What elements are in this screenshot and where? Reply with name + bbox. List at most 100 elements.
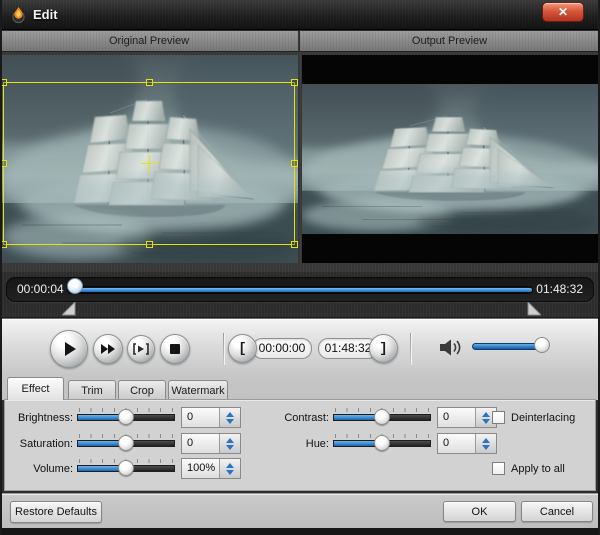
apply-to-all-checkbox[interactable] [492, 462, 505, 475]
effect-panel: Brightness: 0 Saturation: 0 Volume: 100%… [4, 399, 596, 491]
fast-forward-button[interactable] [93, 334, 123, 364]
saturation-slider-handle[interactable] [118, 435, 134, 451]
transport-controls: 00:00:00 [ 01:48:32 ] [0, 318, 600, 376]
total-time-label: 01:48:32 [536, 282, 583, 296]
fast-forward-icon [101, 344, 115, 354]
spin-down-icon[interactable] [482, 444, 490, 450]
output-preview-header: Output Preview [300, 31, 599, 52]
contrast-value[interactable]: 0 [438, 408, 476, 427]
crop-handle-n[interactable] [146, 79, 153, 86]
set-start-bracket-button[interactable]: [ [228, 334, 257, 363]
crop-center-crosshair [141, 163, 159, 164]
crop-handle-s[interactable] [146, 241, 153, 248]
play-icon [65, 342, 76, 356]
cancel-button[interactable]: Cancel [521, 501, 593, 522]
contrast-spinner[interactable]: 0 [437, 407, 497, 428]
close-icon[interactable]: ✕ [542, 2, 584, 22]
saturation-slider[interactable] [77, 434, 175, 452]
brightness-spinner[interactable]: 0 [181, 407, 241, 428]
volume-spinner[interactable]: 100% [181, 458, 241, 479]
brightness-value[interactable]: 0 [182, 408, 220, 427]
crop-handle-se[interactable] [291, 241, 298, 248]
brightness-spin-buttons[interactable] [220, 408, 240, 427]
volume-spin-buttons[interactable] [220, 459, 240, 478]
contrast-slider[interactable] [333, 408, 431, 426]
volume-effect-slider[interactable] [77, 459, 175, 477]
open-bracket-icon: [ [238, 340, 247, 357]
play-button[interactable] [50, 330, 88, 368]
hue-spin-buttons[interactable] [476, 434, 496, 453]
crop-center-crosshair [149, 155, 150, 173]
set-end-bracket-button[interactable]: ] [369, 334, 398, 363]
window-title: Edit [33, 7, 58, 22]
brightness-slider[interactable] [77, 408, 175, 426]
volume-slider-handle[interactable] [534, 337, 550, 353]
edit-dialog: Edit ✕ Original Preview Output Preview 0… [0, 0, 600, 535]
app-flame-icon [12, 7, 25, 24]
spin-down-icon[interactable] [226, 418, 234, 424]
stop-icon [170, 344, 180, 354]
preview-area [0, 52, 600, 272]
crop-handle-e[interactable] [291, 160, 298, 167]
volume-value[interactable]: 100% [182, 459, 220, 478]
saturation-label: Saturation: [19, 438, 73, 450]
contrast-label: Contrast: [284, 412, 329, 424]
crop-handle-nw[interactable] [2, 79, 7, 86]
close-bracket-icon: ] [379, 340, 388, 357]
window-bottom-edge [0, 528, 600, 535]
spin-up-icon[interactable] [226, 437, 234, 443]
playhead-handle[interactable] [67, 278, 83, 294]
tab-watermark[interactable]: Watermark [168, 380, 228, 400]
restore-defaults-button[interactable]: Restore Defaults [10, 501, 102, 523]
spin-down-icon[interactable] [482, 418, 490, 424]
deinterlacing-checkbox[interactable] [492, 411, 505, 424]
hue-label: Hue: [305, 438, 329, 450]
tab-bar: Effect Trim Crop Watermark [0, 376, 600, 400]
timeline-strip: 00:00:04 01:48:32 [0, 272, 600, 318]
footer-bar: Restore Defaults OK Cancel [0, 493, 600, 528]
tab-effect[interactable]: Effect [7, 377, 64, 400]
spin-down-icon[interactable] [226, 444, 234, 450]
controls-divider [223, 333, 224, 365]
contrast-slider-handle[interactable] [374, 409, 390, 425]
volume-slider-handle[interactable] [118, 460, 134, 476]
timeline-bar: 00:00:04 01:48:32 [6, 277, 594, 302]
ok-button[interactable]: OK [443, 501, 516, 522]
spin-up-icon[interactable] [482, 411, 490, 417]
hue-value[interactable]: 0 [438, 434, 476, 453]
crop-selection-rect[interactable] [2, 79, 298, 248]
speaker-icon[interactable] [438, 338, 462, 357]
spin-up-icon[interactable] [226, 462, 234, 468]
trim-start-field[interactable]: 00:00:00 [252, 338, 312, 359]
tab-crop[interactable]: Crop [118, 380, 166, 400]
title-bar: Edit ✕ [0, 0, 600, 30]
saturation-value[interactable]: 0 [182, 434, 220, 453]
hue-slider-handle[interactable] [374, 435, 390, 451]
saturation-spinner[interactable]: 0 [181, 433, 241, 454]
trim-end-marker[interactable] [527, 302, 541, 316]
seek-track[interactable] [67, 286, 533, 294]
spin-up-icon[interactable] [226, 411, 234, 417]
stop-button[interactable] [160, 334, 190, 364]
controls-divider [410, 333, 411, 365]
original-preview-pane [2, 55, 298, 263]
output-preview-pane [302, 55, 598, 263]
crop-handle-sw[interactable] [2, 241, 7, 248]
crop-handle-ne[interactable] [291, 79, 298, 86]
tab-trim[interactable]: Trim [68, 380, 116, 400]
original-preview-header: Original Preview [0, 31, 299, 52]
trim-start-marker[interactable] [62, 302, 76, 316]
play-segment-button[interactable] [127, 335, 155, 363]
spin-up-icon[interactable] [482, 437, 490, 443]
hue-spinner[interactable]: 0 [437, 433, 497, 454]
brightness-label: Brightness: [17, 412, 73, 424]
output-video-frame [302, 84, 598, 234]
brightness-slider-handle[interactable] [118, 409, 134, 425]
hue-slider[interactable] [333, 434, 431, 452]
crop-handle-w[interactable] [2, 160, 7, 167]
play-segment-icon [133, 343, 149, 355]
current-time-label: 00:00:04 [17, 282, 64, 296]
saturation-spin-buttons[interactable] [220, 434, 240, 453]
apply-to-all-checkbox-label: Apply to all [511, 463, 565, 475]
spin-down-icon[interactable] [226, 469, 234, 475]
